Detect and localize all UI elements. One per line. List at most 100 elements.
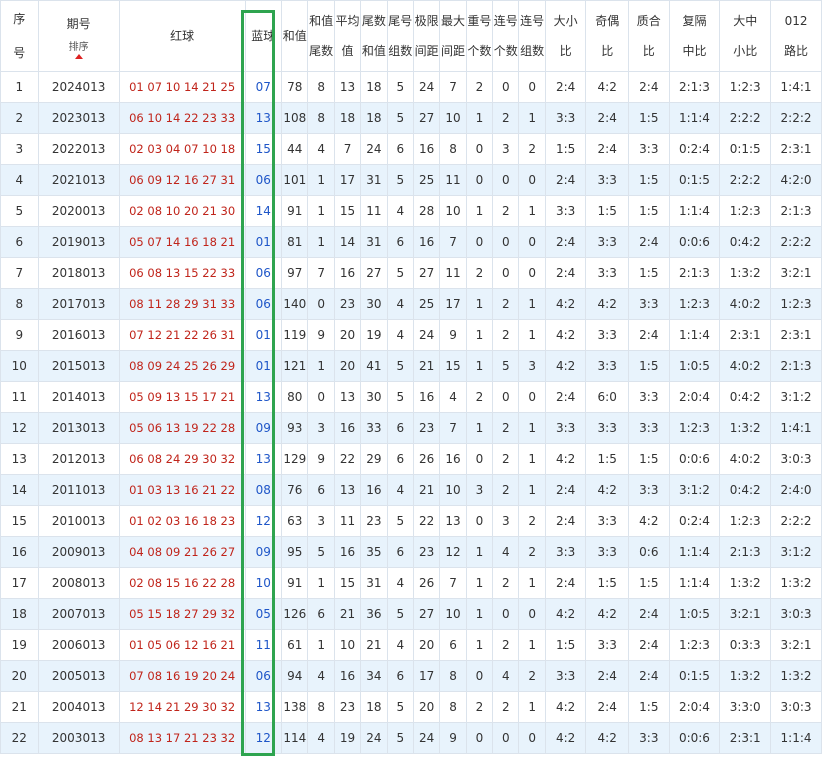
cell-consec-groups: 0 xyxy=(518,164,546,196)
cell-red: 12 14 21 29 30 32 xyxy=(118,691,246,723)
cell-consec-groups: 0 xyxy=(518,71,546,103)
cell-size3: 3:3:0 xyxy=(719,691,772,723)
cell-sum-tail: 3 xyxy=(307,505,335,537)
cell-tail-sum: 31 xyxy=(360,164,388,196)
cell-odd-even: 2:4 xyxy=(585,102,630,134)
cell-range: 16 xyxy=(412,226,441,258)
cell-sum: 91 xyxy=(281,567,309,599)
cell-repeat: 2 xyxy=(465,71,494,103)
cell-seq: 6 xyxy=(0,226,39,258)
cell-consec-groups: 2 xyxy=(518,505,546,537)
cell-tail-groups: 4 xyxy=(386,288,414,320)
cell-prime-comp: 2:4 xyxy=(628,71,670,103)
cell-consec-count: 2 xyxy=(492,412,520,444)
cell-issue: 2024013 xyxy=(37,71,120,103)
cell-size3: 2:2:2 xyxy=(719,164,772,196)
cell-tail-groups: 6 xyxy=(386,443,414,475)
cell-sum-tail: 4 xyxy=(307,722,335,754)
table-row: 10 2015013 08 09 24 25 26 29 01 121 1 20 41 5 21 1… xyxy=(0,350,822,382)
cell-consec-count: 0 xyxy=(492,381,520,413)
table-row: 4 2021013 06 09 12 16 27 31 06 101 1 17 31 5 25 11… xyxy=(0,164,822,196)
cell-red: 06 08 24 29 30 32 xyxy=(118,443,246,475)
cell-red: 08 09 24 25 26 29 xyxy=(118,350,246,382)
cell-size3: 1:3:2 xyxy=(719,412,772,444)
cell-consec-count: 2 xyxy=(492,691,520,723)
cell-road012: 1:3:2 xyxy=(770,567,822,599)
cell-tail-sum: 24 xyxy=(360,133,388,165)
cell-repeat: 0 xyxy=(465,722,494,754)
cell-size3: 1:2:3 xyxy=(719,195,772,227)
cell-range: 20 xyxy=(412,691,441,723)
cell-big-small: 2:4 xyxy=(544,505,587,537)
cell-max-gap: 13 xyxy=(439,505,467,537)
cell-size3: 4:0:2 xyxy=(719,350,772,382)
cell-max-gap: 15 xyxy=(439,350,467,382)
table-row: 12 2013013 05 06 13 19 22 28 09 93 3 16 33 6 23 7 1… xyxy=(0,412,822,444)
cell-repeat: 1 xyxy=(465,598,494,630)
cell-road012: 3:0:3 xyxy=(770,598,822,630)
cell-tail-sum: 29 xyxy=(360,443,388,475)
cell-seq: 8 xyxy=(0,288,39,320)
cell-road012: 2:3:1 xyxy=(770,319,822,351)
sort-link[interactable]: 排序 xyxy=(39,42,118,59)
cell-issue: 2006013 xyxy=(37,629,120,661)
cell-range: 23 xyxy=(412,536,441,568)
cell-max-gap: 10 xyxy=(439,474,467,506)
cell-range: 26 xyxy=(412,443,441,475)
cell-red: 06 09 12 16 27 31 xyxy=(118,164,246,196)
cell-sum-tail: 8 xyxy=(307,691,335,723)
cell-sum-tail: 8 xyxy=(307,71,335,103)
cell-seq: 19 xyxy=(0,629,39,661)
cell-repeat: 1 xyxy=(465,536,494,568)
cell-size3: 1:3:2 xyxy=(719,660,772,692)
cell-sum: 81 xyxy=(281,226,309,258)
cell-tail-sum: 24 xyxy=(360,722,388,754)
cell-tail-groups: 4 xyxy=(386,629,414,661)
cell-sum: 121 xyxy=(281,350,309,382)
cell-max-gap: 10 xyxy=(439,102,467,134)
cell-size3: 1:3:2 xyxy=(719,567,772,599)
cell-repeat: 1 xyxy=(465,195,494,227)
cell-tail-groups: 5 xyxy=(386,691,414,723)
cell-size3: 0:4:2 xyxy=(719,226,772,258)
cell-range: 28 xyxy=(412,195,441,227)
cell-seq: 22 xyxy=(0,722,39,754)
cell-sum-tail: 8 xyxy=(307,102,335,134)
cell-odd-even: 2:4 xyxy=(585,133,630,165)
cell-consec-count: 2 xyxy=(492,567,520,599)
table-row: 13 2012013 06 08 24 29 30 32 13 129 9 22 29 6 26 1… xyxy=(0,443,822,475)
cell-red: 05 06 13 19 22 28 xyxy=(118,412,246,444)
cell-prime-comp: 2:4 xyxy=(628,319,670,351)
cell-range: 25 xyxy=(412,288,441,320)
cell-consec-groups: 1 xyxy=(518,319,546,351)
cell-odd-even: 1:5 xyxy=(585,443,630,475)
cell-consec-count: 2 xyxy=(492,102,520,134)
cell-consec-groups: 1 xyxy=(518,288,546,320)
cell-consec-count: 0 xyxy=(492,226,520,258)
cell-tail-groups: 6 xyxy=(386,133,414,165)
cell-consec-groups: 1 xyxy=(518,474,546,506)
cell-issue: 2021013 xyxy=(37,164,120,196)
cell-avg: 20 xyxy=(333,319,362,351)
cell-tail-sum: 18 xyxy=(360,691,388,723)
cell-tail-sum: 16 xyxy=(360,474,388,506)
cell-tail-groups: 6 xyxy=(386,536,414,568)
cell-odd-even: 4:2 xyxy=(585,722,630,754)
table-row: 22 2003013 08 13 17 21 23 32 12 114 4 19 24 5 24 9… xyxy=(0,722,822,754)
cell-consec-groups: 0 xyxy=(518,598,546,630)
cell-consec-count: 4 xyxy=(492,536,520,568)
cell-consec-groups: 2 xyxy=(518,660,546,692)
cell-consec-count: 0 xyxy=(492,722,520,754)
col-header-big-small: 大小比 xyxy=(544,0,587,72)
cell-road012: 2:2:2 xyxy=(770,102,822,134)
cell-repeat-gap: 0:2:4 xyxy=(668,133,721,165)
cell-range: 17 xyxy=(412,660,441,692)
cell-avg: 10 xyxy=(333,629,362,661)
cell-max-gap: 7 xyxy=(439,412,467,444)
cell-seq: 1 xyxy=(0,71,39,103)
cell-seq: 7 xyxy=(0,257,39,289)
cell-red: 01 03 13 16 21 22 xyxy=(118,474,246,506)
cell-prime-comp: 3:3 xyxy=(628,288,670,320)
cell-size3: 2:1:3 xyxy=(719,536,772,568)
cell-red: 06 08 13 15 22 33 xyxy=(118,257,246,289)
